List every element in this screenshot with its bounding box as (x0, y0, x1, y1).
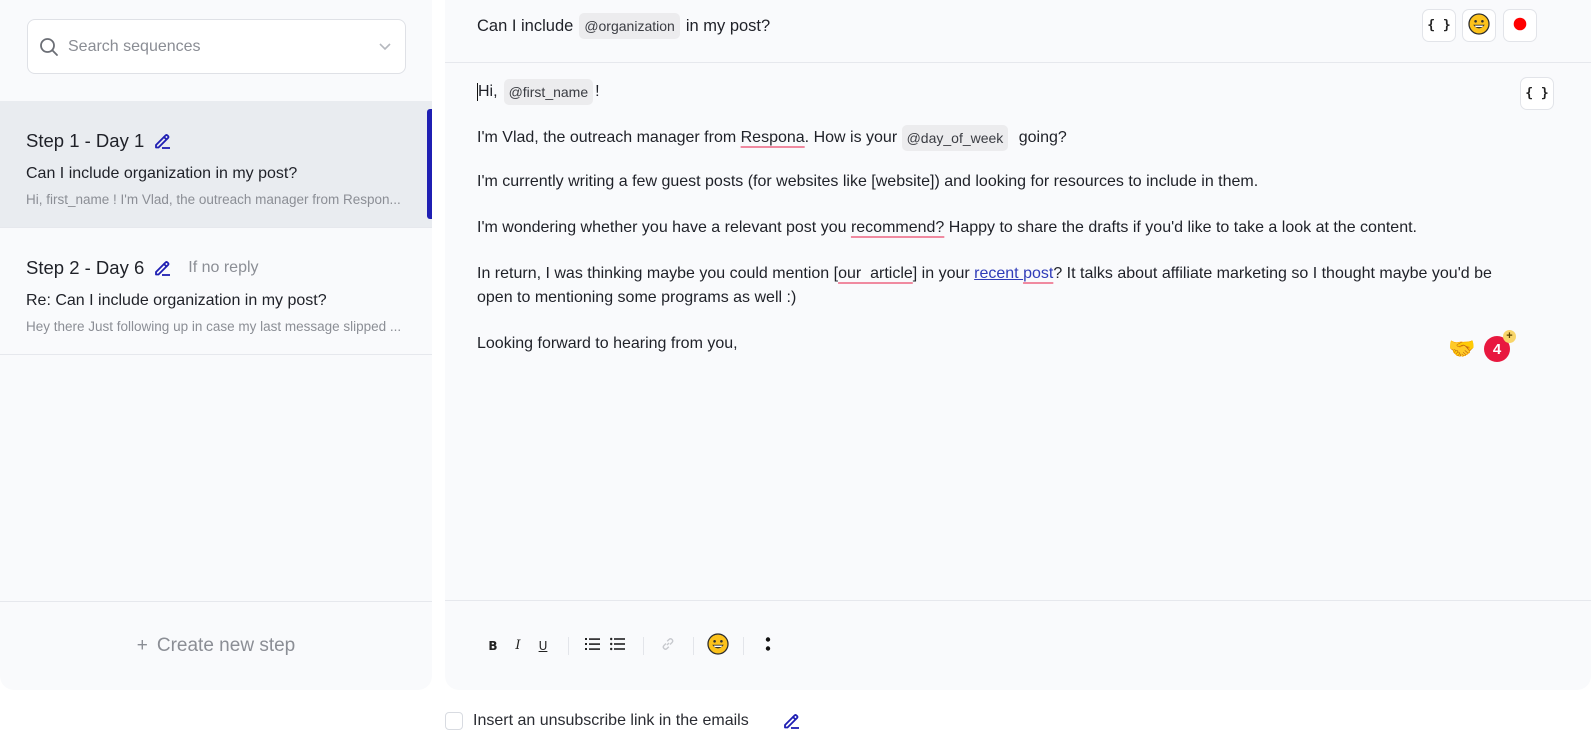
body-text: ] in your (912, 265, 975, 282)
bold-button[interactable]: B (481, 634, 505, 658)
subject-line[interactable]: Can I include @organization in my post? … (445, 0, 1591, 63)
unsubscribe-checkbox[interactable] (445, 712, 463, 730)
recent-post-link[interactable]: post (1023, 265, 1053, 282)
step-item-2[interactable]: Step 2 - Day 6 If no reply Re: Can I inc… (0, 228, 432, 355)
body-text: going? (1014, 129, 1067, 146)
misspelled-word[interactable]: recommend? (851, 219, 944, 236)
variable-chip-day-of-week[interactable]: @day_of_week (901, 125, 1009, 151)
emoji-subject-button[interactable] (1462, 9, 1496, 42)
body-text: I'm wondering whether you have a relevan… (477, 219, 851, 236)
body-paragraph: I'm wondering whether you have a relevan… (477, 216, 1527, 240)
subject-text-part: in my post? (685, 16, 771, 35)
body-text: I'm Vlad, the outreach manager from (477, 129, 741, 146)
body-text: Happy to share the drafts if you'd like … (944, 219, 1417, 236)
variable-chip-first-name[interactable]: @first_name (503, 79, 594, 105)
step-subject: Re: Can I include organization in my pos… (26, 292, 327, 309)
record-dot-icon (1513, 17, 1527, 35)
step-title: Step 1 - Day 1 (26, 130, 145, 151)
misspelled-word[interactable]: Respona (741, 126, 805, 150)
handshake-icon[interactable]: 🤝 (1447, 334, 1477, 364)
record-button[interactable] (1503, 9, 1537, 42)
step-condition: If no reply (188, 259, 259, 276)
bold-icon: B (488, 638, 498, 653)
formatting-toolbar: B I U (445, 600, 1591, 690)
toolbar-divider (568, 636, 569, 655)
create-new-step-label: Create new step (156, 635, 296, 656)
body-text: In return, I was thinking maybe you coul… (477, 265, 839, 282)
step-preview: Hey there Just following up in case my l… (26, 319, 402, 334)
curly-braces-icon: { } (1525, 86, 1549, 101)
reactions: 🤝 4 + (1447, 330, 1516, 364)
email-body-editor[interactable]: Hi, @first_name! I'm Vlad, the outreach … (477, 78, 1527, 378)
body-paragraph: I'm currently writing a few guest posts … (477, 173, 1259, 190)
smiley-icon (1468, 12, 1490, 39)
create-new-step-button[interactable]: + Create new step (0, 601, 432, 690)
underline-icon: U (538, 638, 548, 653)
chevron-down-icon[interactable] (377, 39, 393, 55)
more-options-button[interactable] (756, 634, 780, 658)
variable-chip-organization[interactable]: @organization (579, 13, 680, 39)
smiley-icon (707, 633, 729, 658)
pencil-icon[interactable] (152, 258, 172, 278)
toolbar-divider (743, 636, 744, 655)
step-preview: Hi, first_name ! I'm Vlad, the outreach … (26, 192, 401, 207)
plus-icon: + (136, 635, 148, 656)
ordered-list-icon (585, 637, 601, 654)
italic-button[interactable]: I (506, 634, 530, 658)
notification-badge[interactable]: 4 + (1484, 330, 1516, 362)
body-text: Hi, (478, 83, 498, 100)
vertical-dots-icon (765, 636, 771, 655)
body-paragraph: Hi, @first_name! (477, 78, 1527, 106)
search-sequences-input[interactable] (68, 37, 377, 56)
misspelled-word[interactable]: our article (838, 265, 913, 282)
step-subject: Can I include organization in my post? (26, 165, 298, 182)
plus-icon: + (1503, 330, 1516, 343)
recent-post-link[interactable]: recent (974, 265, 1023, 282)
search-sequences-field[interactable] (27, 19, 406, 74)
unsubscribe-option: Insert an unsubscribe link in the emails (445, 710, 801, 732)
unsubscribe-label: Insert an unsubscribe link in the emails (473, 712, 749, 729)
italic-icon: I (515, 638, 521, 653)
insert-variable-subject-button[interactable]: { } (1422, 9, 1456, 42)
body-text: . How is your (804, 129, 902, 146)
curly-braces-icon: { } (1427, 18, 1451, 33)
ordered-list-button[interactable] (581, 634, 605, 658)
body-paragraph: Looking forward to hearing from you, (477, 335, 738, 352)
active-step-indicator (427, 109, 432, 219)
toolbar-divider (643, 636, 644, 655)
subject-text[interactable]: Can I include @organization in my post? (477, 12, 770, 40)
link-icon (661, 637, 675, 654)
steps-sidebar: Step 1 - Day 1 Can I include organizatio… (0, 0, 432, 690)
subject-text-part: Can I include (477, 16, 574, 35)
body-text: ! (595, 83, 600, 100)
toolbar-divider (693, 636, 694, 655)
step-title: Step 2 - Day 6 (26, 257, 145, 278)
bullet-list-icon (610, 637, 626, 654)
underline-button[interactable]: U (531, 634, 555, 658)
emoji-button[interactable] (706, 633, 730, 658)
step-item-1[interactable]: Step 1 - Day 1 Can I include organizatio… (0, 101, 432, 228)
insert-link-button[interactable] (656, 634, 680, 658)
pencil-icon[interactable] (781, 711, 801, 731)
body-paragraph: In return, I was thinking maybe you coul… (477, 262, 1512, 310)
body-paragraph: I'm Vlad, the outreach manager from Resp… (477, 124, 1527, 152)
search-icon (38, 36, 60, 58)
email-editor: Can I include @organization in my post? … (445, 0, 1591, 690)
pencil-icon[interactable] (152, 131, 172, 151)
bullet-list-button[interactable] (606, 634, 630, 658)
badge-count: 4 (1492, 340, 1502, 358)
